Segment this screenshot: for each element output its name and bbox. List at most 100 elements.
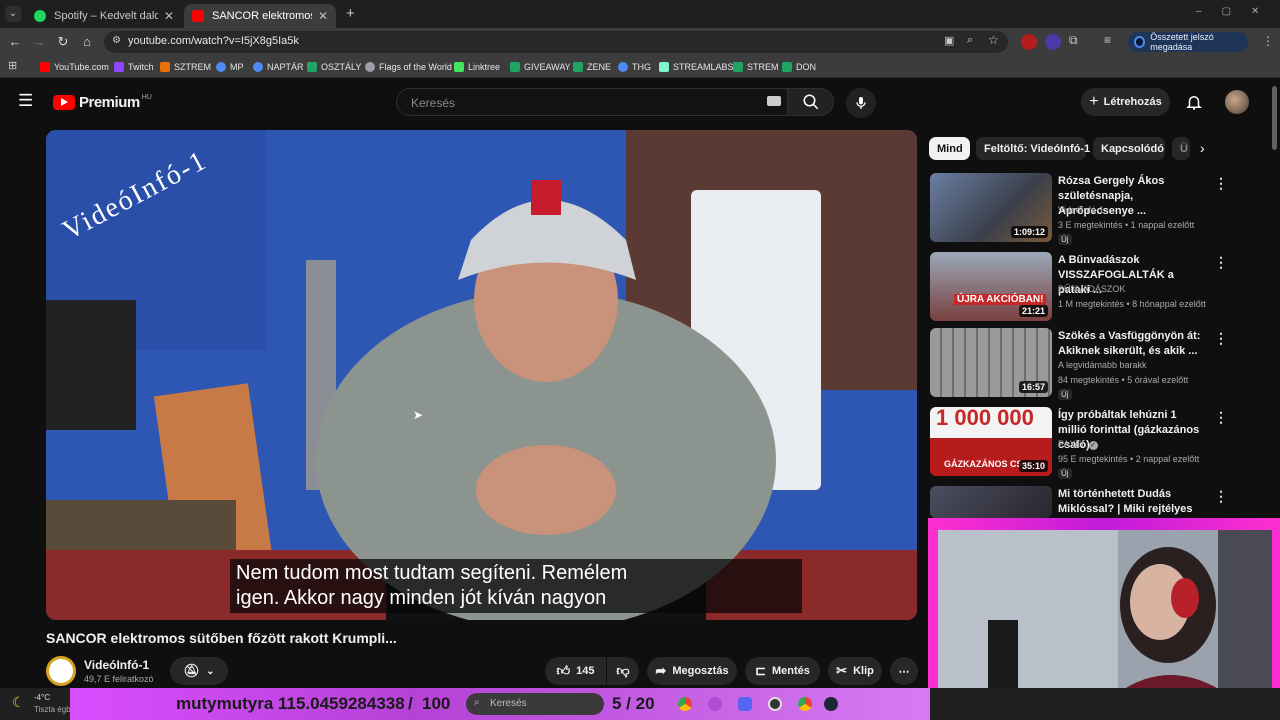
bookmark-giveaway[interactable]: GIVEAWAY: [510, 60, 571, 74]
channel-avatar[interactable]: [46, 656, 76, 686]
bookmark-icon: ⊏: [755, 663, 766, 678]
forward-icon[interactable]: →: [31, 34, 47, 50]
bookmark-osztaly[interactable]: OSZTÁLY: [307, 60, 361, 74]
channel-name[interactable]: VideóInfó-1: [84, 658, 149, 672]
sheet-icon: [510, 62, 520, 72]
bookmark-linktree[interactable]: Linktree: [454, 60, 500, 74]
plus-icon: +: [1089, 93, 1099, 110]
bookmark-zene[interactable]: ZENE: [573, 60, 611, 74]
media-icon[interactable]: ≡: [1104, 33, 1111, 47]
new-tab-button[interactable]: +: [346, 5, 355, 22]
bookmark-flags[interactable]: Flags of the World: [365, 60, 452, 74]
bookmark-star-icon[interactable]: ☆: [988, 33, 999, 47]
bookmark-youtube[interactable]: YouTube.com: [40, 60, 109, 74]
address-bar[interactable]: ⚙ youtube.com/watch?v=I5jX8g5Ia5k ▣ ⌕ ☆: [104, 31, 1008, 53]
chip-related[interactable]: Kapcsolódó: [1093, 137, 1165, 160]
voice-search-button[interactable]: [846, 88, 876, 118]
bookmark-twitch[interactable]: Twitch: [114, 60, 154, 74]
zoom-icon[interactable]: ⌕: [967, 34, 973, 47]
page-scrollbar[interactable]: [1272, 86, 1277, 150]
video-thumbnail[interactable]: 16:57: [930, 328, 1052, 397]
discord-taskbar-icon[interactable]: [738, 697, 752, 711]
close-tab-icon[interactable]: ✕: [318, 9, 328, 23]
video-thumbnail[interactable]: ÚJRA AKCIÓBAN! 21:21: [930, 252, 1052, 321]
recommendation-title[interactable]: Szökés a Vasfüggönyön át: Akiknek sikerü…: [1058, 329, 1208, 359]
bookmark-strem[interactable]: STREM: [733, 60, 779, 74]
search-input[interactable]: Keresés: [396, 88, 788, 116]
video-frame: [46, 130, 917, 620]
list-item[interactable]: 1:09:12 Rózsa Gergely Ákos születésnapja…: [930, 173, 1260, 245]
reload-icon[interactable]: ↻: [55, 34, 71, 50]
recommendation-channel[interactable]: PAXEL ✓: [1058, 439, 1098, 450]
chrome-taskbar-icon[interactable]: [798, 697, 812, 711]
chip-recent[interactable]: Ü: [1172, 137, 1190, 160]
bookmark-sztrem[interactable]: SZTREM: [160, 60, 211, 74]
recommendation-channel[interactable]: BŰNVADÁSZOK: [1058, 284, 1125, 294]
chip-uploader[interactable]: Feltöltő: VideóInfó-1: [976, 137, 1090, 160]
list-item[interactable]: 16:57 Szökés a Vasfüggönyön át: Akiknek …: [930, 328, 1260, 400]
close-window-icon[interactable]: ✕: [1251, 6, 1279, 17]
chevron-right-icon[interactable]: ›: [1200, 140, 1205, 156]
back-icon[interactable]: ←: [7, 34, 23, 50]
more-vertical-icon[interactable]: ⋮: [1214, 409, 1228, 426]
obs-taskbar-icon[interactable]: [768, 697, 782, 711]
clip-button[interactable]: ✂ Klip: [828, 657, 882, 685]
tab-spotify[interactable]: Spotify – Kedvelt dalok ✕: [26, 4, 182, 28]
chrome-taskbar-icon[interactable]: [678, 697, 692, 711]
notifications-bell-icon[interactable]: [1185, 93, 1203, 111]
bookmark-mp[interactable]: MP: [216, 60, 244, 74]
list-item[interactable]: 1 000 000 GÁZKAZÁNOS CS... 35:10 Így pró…: [930, 407, 1260, 479]
minimize-icon[interactable]: –: [1196, 6, 1222, 17]
more-actions-button[interactable]: ⋯: [890, 657, 918, 685]
video-thumbnail[interactable]: 1 000 000 GÁZKAZÁNOS CS... 35:10: [930, 407, 1052, 476]
thumbnail-caption: 1 000 000: [936, 407, 1034, 430]
apps-grid-icon[interactable]: ⊞: [8, 59, 17, 72]
tab-youtube[interactable]: SANCOR elektromos sütőben f... ✕: [184, 4, 336, 28]
create-button[interactable]: + Létrehozás: [1081, 88, 1170, 116]
youtube-logo[interactable]: Premium HU: [53, 93, 152, 111]
site-info-icon[interactable]: ⚙: [112, 35, 121, 46]
extensions-puzzle-icon[interactable]: ⧉: [1069, 33, 1078, 48]
bookmark-naptar[interactable]: NAPTÁR: [253, 60, 304, 74]
taskbar-search-input[interactable]: ⌕ Keresés: [466, 693, 604, 715]
chip-all[interactable]: Mind: [929, 137, 970, 160]
password-button[interactable]: Összetett jelszó megadása: [1128, 32, 1248, 52]
tab-search-button[interactable]: ⌄: [5, 6, 21, 22]
keyboard-icon[interactable]: [767, 96, 781, 106]
video-thumbnail[interactable]: [930, 486, 1052, 518]
profile-icon: [1134, 36, 1146, 48]
bookmark-don[interactable]: DON: [782, 60, 816, 74]
search-button[interactable]: [788, 88, 834, 116]
temperature: -4°C: [34, 693, 51, 702]
video-thumbnail[interactable]: 1:09:12: [930, 173, 1052, 242]
recommendation-channel[interactable]: VideóInfó-1: [1058, 205, 1104, 215]
avatar[interactable]: [1225, 90, 1249, 114]
bookmark-thg[interactable]: THG: [618, 60, 651, 74]
home-icon[interactable]: ⌂: [79, 34, 95, 50]
extension-icon[interactable]: [1021, 34, 1037, 50]
dislike-button[interactable]: 👎︎: [607, 657, 639, 685]
share-button[interactable]: ➦ Megosztás: [647, 657, 737, 685]
recommendation-channel[interactable]: A legvidámabb barakk: [1058, 360, 1147, 370]
more-vertical-icon[interactable]: ⋮: [1214, 330, 1228, 347]
more-vertical-icon[interactable]: ⋮: [1214, 254, 1228, 271]
close-tab-icon[interactable]: ✕: [164, 9, 174, 23]
app-taskbar-icon[interactable]: [708, 697, 722, 711]
more-vertical-icon[interactable]: ⋮: [1214, 488, 1228, 505]
extension-icon[interactable]: [1045, 34, 1061, 50]
verified-icon: ✓: [1088, 441, 1098, 450]
video-player[interactable]: VideóInfó-1: [46, 130, 917, 620]
list-item[interactable]: ÚJRA AKCIÓBAN! 21:21 A Bűnvadászok VISSZ…: [930, 252, 1260, 324]
video-subtitle: Nem tudom most tudtam segíteni. Remélem …: [230, 559, 802, 613]
bookmark-streamlabs[interactable]: STREAMLABS: [659, 60, 734, 74]
subscribed-notifications-button[interactable]: 🔕︎ ⌄: [170, 657, 228, 685]
microphone-icon: [856, 97, 866, 109]
menu-dots-icon[interactable]: ⋮: [1262, 34, 1274, 48]
install-icon[interactable]: ▣: [944, 34, 954, 47]
hamburger-menu-icon[interactable]: ☰: [18, 91, 33, 111]
save-button[interactable]: ⊏ Mentés: [745, 657, 820, 685]
like-button[interactable]: 👍︎ 145: [545, 657, 606, 685]
steam-taskbar-icon[interactable]: [824, 697, 838, 711]
maximize-icon[interactable]: ▢: [1222, 6, 1251, 17]
more-vertical-icon[interactable]: ⋮: [1214, 175, 1228, 192]
